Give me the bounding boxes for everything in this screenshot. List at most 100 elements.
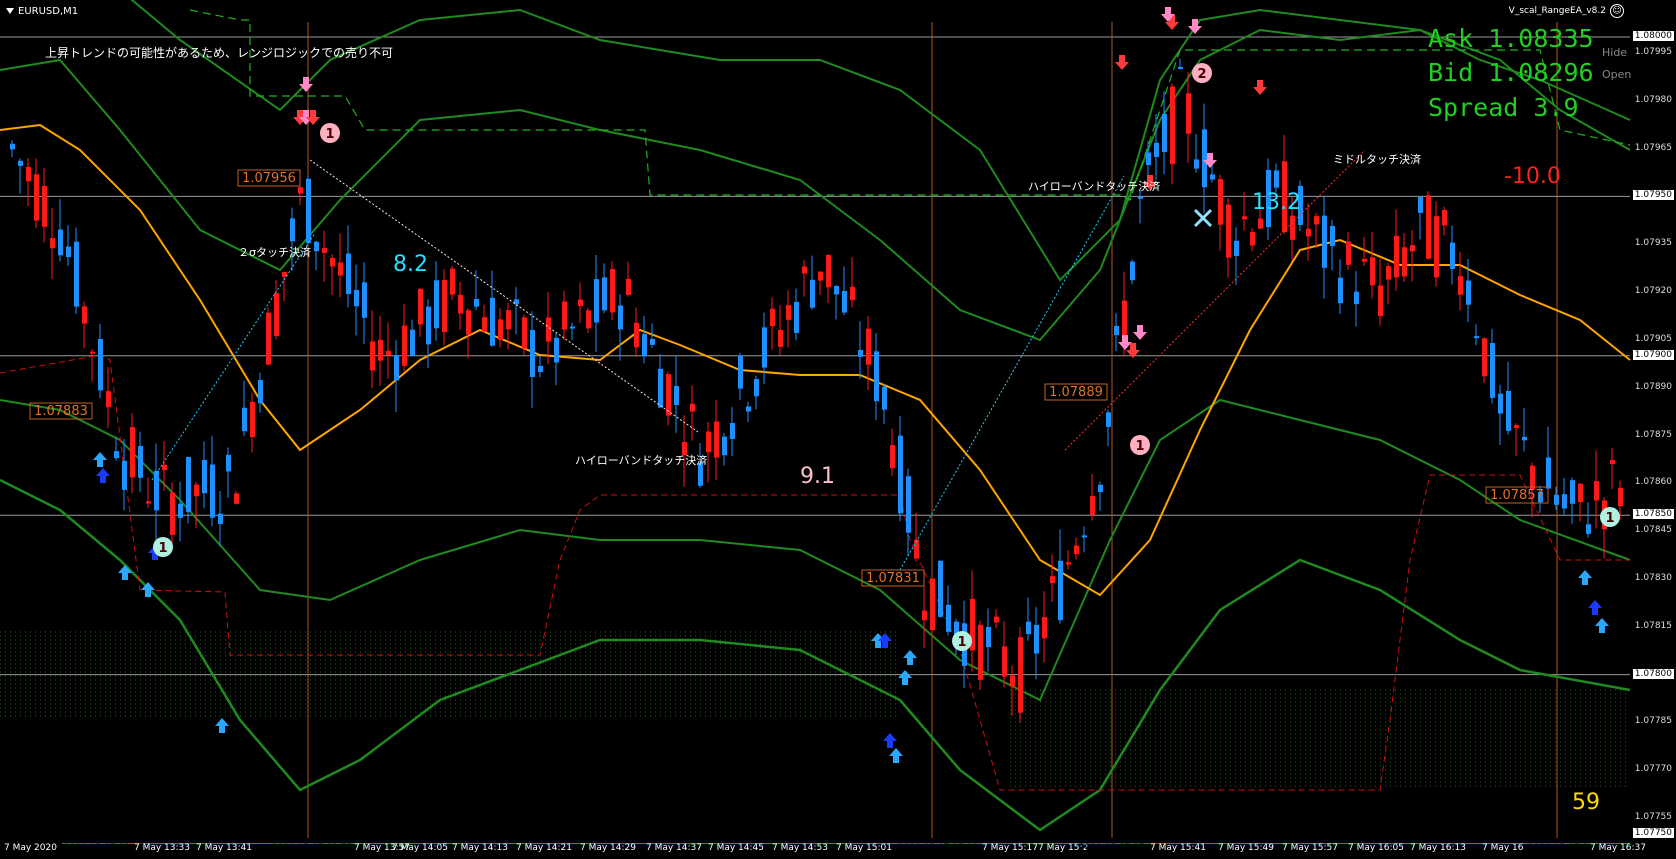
ea-name-label: V_scal_RangeEA_v8.2	[1508, 6, 1606, 16]
time-tick: 7 May 14:29	[580, 843, 636, 853]
candle-body	[1410, 245, 1415, 252]
candle-body	[1290, 215, 1295, 240]
hide-button[interactable]: Hide	[1602, 46, 1627, 59]
time-tick: 7 May 16:37	[1590, 843, 1646, 853]
candle-body	[1186, 93, 1191, 134]
candle-body	[978, 624, 983, 680]
sell-arrow-11	[1118, 335, 1132, 350]
candle-body	[1314, 216, 1319, 225]
entry-marker-1: 1	[320, 123, 340, 143]
candle-body	[738, 355, 743, 389]
candle-body	[194, 484, 199, 497]
candle-body	[1114, 326, 1119, 336]
candle-body	[1426, 195, 1431, 259]
candle-body	[322, 247, 327, 253]
candle-body	[1378, 285, 1383, 317]
candle-body	[306, 178, 311, 243]
candle-body	[1050, 576, 1055, 584]
open-button[interactable]: Open	[1602, 68, 1631, 81]
candle-body	[1546, 457, 1551, 489]
candle-body	[330, 257, 335, 267]
candle-body	[154, 470, 159, 511]
candle-body	[442, 280, 447, 333]
candle-body	[1210, 174, 1215, 180]
candle-body	[1618, 487, 1623, 507]
candle-body	[466, 310, 471, 335]
price-tick: 1.07920	[1634, 286, 1672, 297]
buy-arrow-14	[1595, 618, 1609, 633]
candle-body	[1234, 240, 1239, 257]
dropdown-icon	[6, 8, 14, 14]
candle-body	[490, 297, 495, 346]
candle-body	[1026, 621, 1031, 635]
candle-body	[66, 246, 71, 258]
candle-body	[290, 218, 295, 242]
buy-arrow-12	[1578, 570, 1592, 585]
candle-body	[930, 578, 935, 631]
time-tick: 7 May 16:13	[1410, 843, 1466, 853]
candle-body	[114, 451, 119, 459]
candle-body	[898, 435, 903, 514]
ea-smiley-icon[interactable]: ☺	[1610, 4, 1624, 18]
price-tick: 1.07815	[1634, 620, 1672, 631]
candle-body	[1154, 142, 1159, 157]
price-chart[interactable]: 1 1 1 1 2 1 1.07956 1.07883 1.07889 1.07831 1.0785…	[0, 0, 1676, 859]
candle-body	[658, 368, 663, 408]
candle-body	[10, 143, 15, 150]
candle-body	[626, 278, 631, 295]
middle-touch-label: ミドルタッチ決済	[1333, 153, 1421, 166]
candle-body	[354, 289, 359, 307]
candle-body	[602, 277, 607, 311]
level-box-3: 1.07889	[1044, 383, 1108, 401]
candle-body	[1594, 481, 1599, 501]
candle-body	[674, 386, 679, 406]
candle-body	[210, 464, 215, 518]
candle-body	[1346, 241, 1351, 265]
price-tick: 1.07995	[1634, 46, 1672, 57]
candle-body	[1530, 465, 1535, 490]
candle-body	[1586, 524, 1591, 534]
candle-body	[762, 327, 767, 368]
candle-body	[730, 423, 735, 439]
candle-body	[786, 305, 791, 320]
price-tick: 1.07890	[1634, 381, 1672, 392]
trade-line-d	[1064, 149, 1366, 451]
candle-body	[1170, 86, 1175, 165]
buy-arrow-11	[889, 748, 903, 763]
sell-arrow-10	[1115, 55, 1129, 70]
candle-body	[938, 560, 943, 617]
candle-body	[634, 322, 639, 348]
candle-body	[1490, 343, 1495, 398]
candle-body	[106, 391, 111, 408]
candle-body	[90, 351, 95, 354]
buy-arrow-1	[96, 468, 110, 483]
time-tick: 7 May 15:41	[1150, 843, 1206, 853]
candle-body	[1098, 484, 1103, 493]
candle-body	[1362, 258, 1367, 262]
candle-body	[810, 279, 815, 308]
svg-text:1: 1	[325, 127, 334, 142]
time-tick: 7 May 14:45	[708, 843, 764, 853]
candle-body	[914, 539, 919, 559]
chart-title-bar: EURUSD,M1 V_scal_RangeEA_v8.2 ☺	[0, 0, 1676, 22]
price-tick: 1.07850	[1632, 509, 1674, 520]
candle-body	[314, 241, 319, 252]
candle-body	[946, 604, 951, 632]
candle-body	[1250, 232, 1255, 246]
candle-body	[1434, 216, 1439, 278]
price-tick: 1.07750	[1632, 828, 1674, 838]
price-scale[interactable]: 1.08000 1.07995 1.07980 1.07965 1.07950 1.079…	[1630, 22, 1676, 838]
candle-body	[1194, 159, 1199, 169]
sigma-touch-label: ２σタッチ決済	[238, 246, 311, 259]
candle-body	[546, 317, 551, 342]
sell-arrow-8	[1253, 80, 1267, 95]
buy-arrow-0	[93, 452, 107, 467]
time-tick: 7 May 16:05	[1348, 843, 1404, 853]
candle-body	[802, 266, 807, 274]
candle-body	[378, 339, 383, 361]
price-tick: 1.07800	[1632, 668, 1674, 679]
price-tick: 1.08000	[1632, 31, 1674, 41]
candle-body	[1042, 617, 1047, 639]
time-tick: 7 May 14:37	[646, 843, 702, 853]
symbol-label[interactable]: EURUSD,M1	[6, 6, 78, 17]
